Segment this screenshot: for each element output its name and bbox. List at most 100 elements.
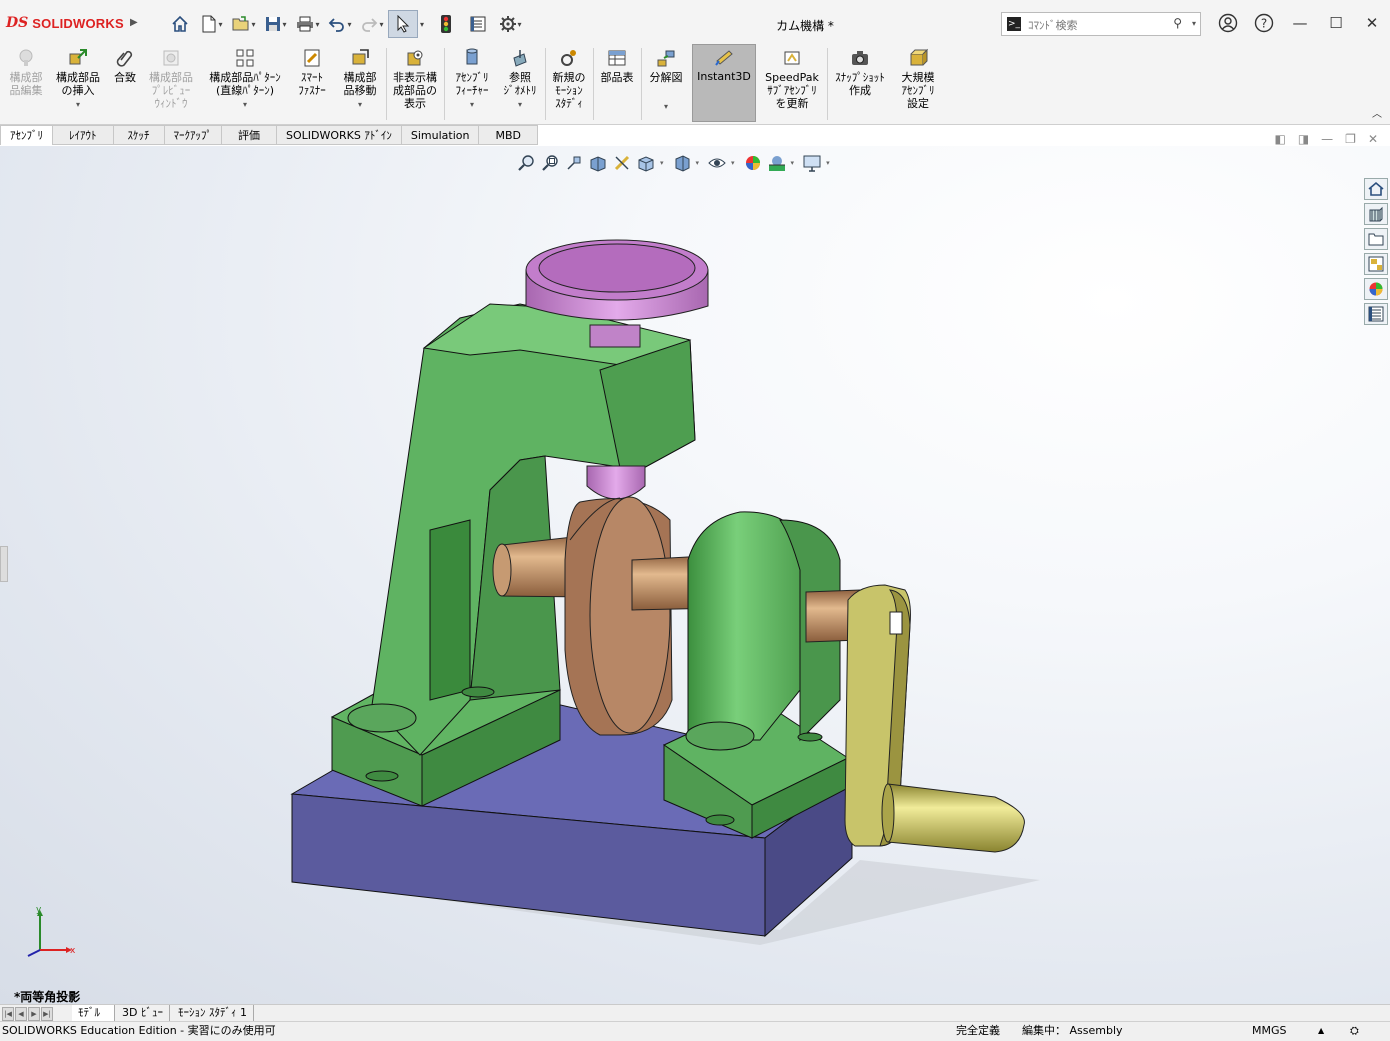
smart-fasteners-label: ｽﾏｰﾄ ﾌｧｽﾅｰ [298, 71, 326, 97]
collapse-ribbon-icon[interactable]: ︿ [1372, 105, 1382, 120]
bom-button[interactable]: 部品表 [596, 46, 638, 122]
tab-simulation[interactable]: Simulation [401, 125, 480, 145]
unit-system[interactable]: MMGS [1252, 1022, 1287, 1040]
viewport-restore-icon[interactable]: ❐ [1345, 132, 1356, 146]
ribbon-separator [545, 48, 546, 120]
tab-motion-study-1[interactable]: ﾓｰｼｮﾝ ｽﾀﾃﾞｨ 1 [172, 1005, 254, 1021]
smart-fasteners-button[interactable]: ｽﾏｰﾄ ﾌｧｽﾅｰ [290, 46, 334, 122]
properties-icon [470, 16, 486, 32]
viewport-close-icon[interactable]: ✕ [1368, 132, 1378, 146]
tab-markup[interactable]: ﾏｰｸｱｯﾌﾟ [164, 125, 222, 145]
tab-mbd[interactable]: MBD [479, 125, 538, 145]
speedpak-button[interactable]: SpeedPak ｻﾌﾞｱｾﾝﾌﾞﾘ を更新 [760, 46, 824, 122]
linear-pattern-dropdown-icon[interactable]: ▾ [243, 98, 247, 111]
rebuild-button[interactable] [430, 11, 462, 37]
options-dropdown-icon[interactable]: ▾ [518, 20, 522, 29]
maximize-button[interactable]: ☐ [1318, 10, 1354, 36]
redo-button[interactable]: ▾ [356, 11, 388, 37]
tab-layout[interactable]: ﾚｲｱｳﾄ [53, 125, 114, 145]
snapshot-button[interactable]: ｽﾅｯﾌﾟｼｮｯﾄ 作成 [830, 46, 890, 122]
graphics-area[interactable]: ◧ ◨ — ❐ ✕ ▾ ▾ ▾ ▾ ▾ y x *両等角投影 [0, 132, 1390, 1004]
tab-model[interactable]: ﾓﾃﾞﾙ [72, 1005, 115, 1021]
open-button[interactable]: ▾ [228, 11, 260, 37]
status-bar: SOLIDWORKS Education Edition - 実習にのみ使用可 … [0, 1021, 1390, 1041]
bottom-tab-bar: |◀ ◀ ▶ ▶| ﾓﾃﾞﾙ 3D ﾋﾞｭｰ ﾓｰｼｮﾝ ｽﾀﾃﾞｨ 1 [0, 1004, 1390, 1022]
search-input[interactable] [1026, 15, 1170, 35]
save-dropdown-icon[interactable]: ▾ [282, 20, 286, 29]
viewport-minimize-icon[interactable]: — [1321, 132, 1333, 146]
file-properties-button[interactable] [462, 11, 494, 37]
viewport-tile-left-icon[interactable]: ◧ [1274, 132, 1285, 146]
minimize-button[interactable]: — [1282, 10, 1318, 36]
insert-components-dropdown-icon[interactable]: ▾ [76, 98, 80, 111]
component-preview-button[interactable]: 構成部品 ﾌﾟﾚﾋﾞｭｰ ｳｨﾝﾄﾞｳ [144, 46, 198, 122]
new-dropdown-icon[interactable]: ▾ [218, 20, 222, 29]
rebuild-status-icon[interactable]: ⛭ [1350, 1022, 1359, 1040]
menu-expand-arrow-icon[interactable]: ▶ [130, 17, 138, 28]
last-tab-icon[interactable]: ▶| [41, 1007, 53, 1021]
linear-pattern-button[interactable]: 構成部品ﾊﾟﾀｰﾝ (直線ﾊﾟﾀｰﾝ) ▾ [202, 46, 288, 122]
print-dropdown-icon[interactable]: ▾ [315, 20, 319, 29]
open-folder-icon [232, 16, 249, 31]
move-component-button[interactable]: 構成部 品移動 ▾ [337, 46, 383, 122]
prev-tab-icon[interactable]: ◀ [15, 1007, 27, 1021]
print-button[interactable]: ▾ [292, 11, 324, 37]
edit-component-label: 構成部 品編集 [9, 71, 43, 97]
new-motion-study-label: 新規の ﾓｰｼｮﾝ ｽﾀﾃﾞｨ [552, 71, 586, 110]
cam-mechanism-model[interactable] [0, 146, 1390, 1004]
home-button[interactable] [164, 11, 196, 37]
command-prompt-icon: >_ [1007, 17, 1021, 31]
ds-logo-mark: DS [6, 15, 29, 31]
solidworks-logo[interactable]: DS SOLIDWORKS [6, 14, 124, 32]
quick-access-toolbar: ▾ ▾ ▾ ▾ ▾ ▾ ▾ ▾ [164, 10, 526, 38]
command-search[interactable]: >_ ⚲ ▾ [1001, 12, 1201, 36]
large-assembly-button[interactable]: 大規模 ｱｾﾝﾌﾞﾘ 設定 [893, 46, 943, 122]
save-button[interactable]: ▾ [260, 11, 292, 37]
edition-text: SOLIDWORKS Education Edition - 実習にのみ使用可 [2, 1024, 276, 1037]
show-hidden-icon [407, 50, 423, 66]
help-button[interactable]: ? [1246, 10, 1282, 36]
undo-dropdown-icon[interactable]: ▾ [347, 20, 351, 29]
speedpak-label: SpeedPak ｻﾌﾞｱｾﾝﾌﾞﾘ を更新 [765, 71, 819, 110]
camera-icon [852, 51, 868, 65]
insert-components-button[interactable]: 構成部品 の挿入 ▾ [50, 46, 106, 122]
reference-geometry-button[interactable]: 参照 ｼﾞｵﾒﾄﾘ ▾ [498, 46, 542, 122]
tab-3d-view[interactable]: 3D ﾋﾞｭｰ [116, 1005, 170, 1021]
show-hidden-components-button[interactable]: 非表示構 成部品の 表示 [389, 46, 441, 122]
select-dropdown-icon[interactable]: ▾ [420, 20, 424, 29]
edit-component-button[interactable]: 構成部 品編集 [4, 46, 48, 122]
unit-system-arrow-icon[interactable]: ▲ [1318, 1022, 1324, 1040]
cam-disc[interactable] [564, 496, 673, 736]
search-icon[interactable]: ⚲ [1173, 16, 1182, 30]
instant3d-button[interactable]: Instant3D [692, 44, 756, 122]
redo-dropdown-icon[interactable]: ▾ [379, 20, 383, 29]
move-component-dropdown-icon[interactable]: ▾ [358, 98, 362, 111]
paperclip-icon [116, 50, 133, 67]
crank-handle[interactable] [844, 584, 1025, 853]
viewport-tile-right-icon[interactable]: ◨ [1298, 132, 1309, 146]
select-button[interactable] [388, 10, 418, 38]
user-icon [1218, 13, 1238, 33]
tab-evaluate[interactable]: 評価 [222, 125, 277, 145]
tab-assembly[interactable]: ｱｾﾝﾌﾞﾘ [0, 125, 53, 145]
reference-geometry-dropdown-icon[interactable]: ▾ [518, 98, 522, 111]
undo-button[interactable]: ▾ [324, 11, 356, 37]
mate-button[interactable]: 合致 [108, 46, 142, 122]
right-bearing-block[interactable] [662, 511, 850, 839]
new-button[interactable]: ▾ [196, 11, 228, 37]
close-button[interactable]: ✕ [1354, 10, 1390, 36]
tab-addins[interactable]: SOLIDWORKS ｱﾄﾞｲﾝ [277, 125, 402, 145]
exploded-view-dropdown-icon[interactable]: ▾ [664, 100, 668, 113]
print-icon [297, 16, 314, 32]
assembly-features-button[interactable]: ｱｾﾝﾌﾞﾘ ﾌｨｰﾁｬｰ ▾ [448, 46, 496, 122]
tab-sketch[interactable]: ｽｹｯﾁ [113, 125, 165, 145]
new-motion-study-button[interactable]: 新規の ﾓｰｼｮﾝ ｽﾀﾃﾞｨ [548, 46, 590, 122]
assembly-features-dropdown-icon[interactable]: ▾ [470, 98, 474, 111]
exploded-view-button[interactable]: 分解図 ▾ [644, 46, 688, 122]
next-tab-icon[interactable]: ▶ [28, 1007, 40, 1021]
options-button[interactable]: ▾ [494, 11, 526, 37]
first-tab-icon[interactable]: |◀ [2, 1007, 14, 1021]
user-account-button[interactable] [1210, 10, 1246, 36]
open-dropdown-icon[interactable]: ▾ [251, 20, 255, 29]
search-dropdown-icon[interactable]: ▾ [1192, 19, 1196, 28]
